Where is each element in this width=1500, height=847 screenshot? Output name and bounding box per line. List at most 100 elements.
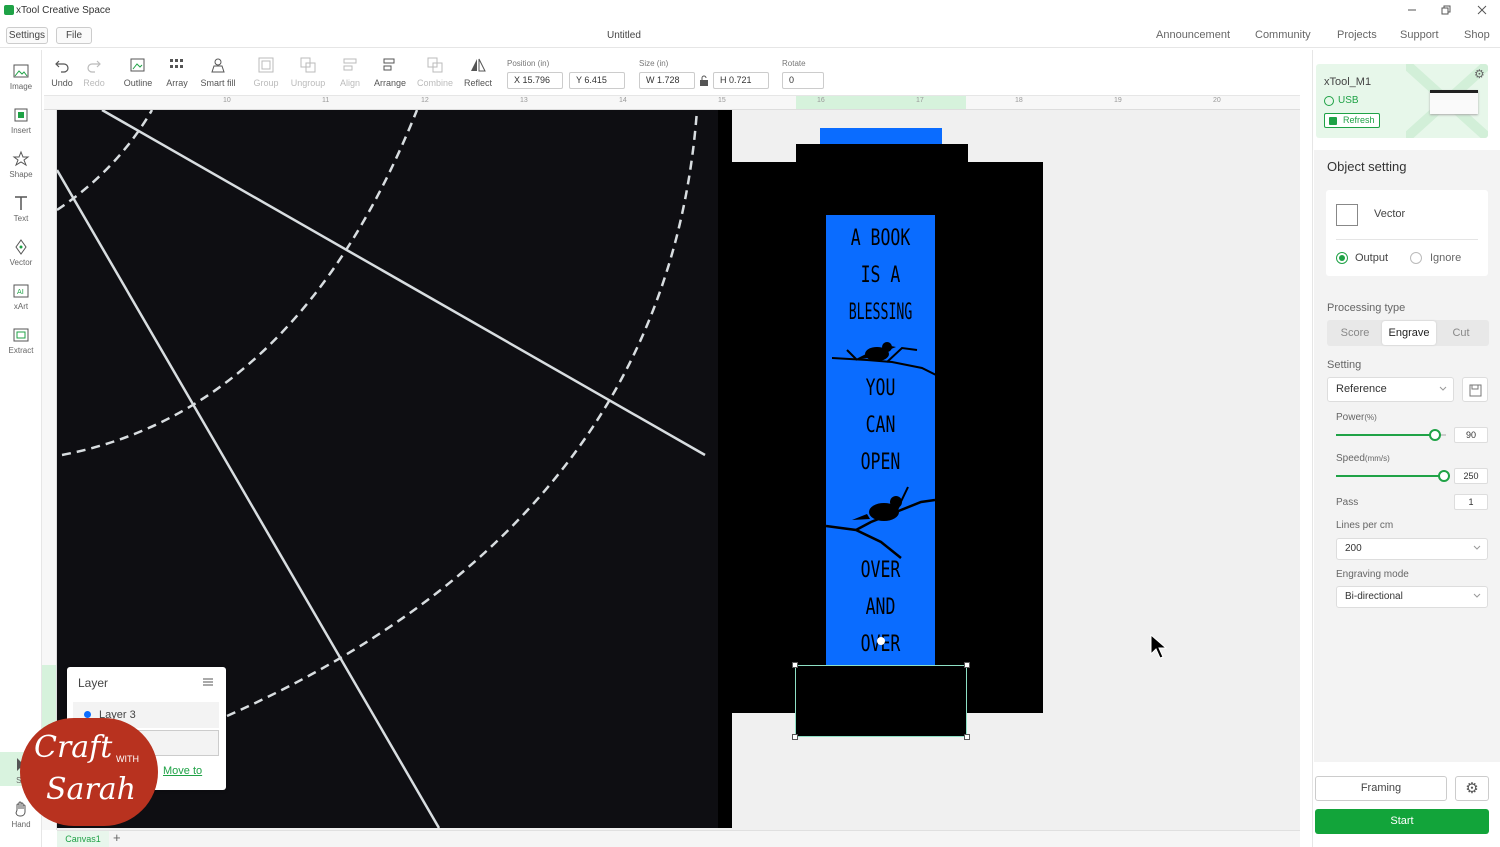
image-tool-label: Image — [9, 82, 33, 91]
add-canvas-icon[interactable]: + — [113, 830, 121, 845]
position-y-field[interactable]: Y 6.415 — [569, 72, 625, 89]
speed-slider[interactable] — [1336, 470, 1450, 482]
text-tool[interactable]: Text — [0, 194, 42, 223]
speed-value-field[interactable]: 250 — [1454, 468, 1488, 484]
rotate-field[interactable]: 0 — [782, 72, 824, 89]
align-label: Align — [339, 78, 360, 88]
refresh-button[interactable]: Refresh — [1324, 113, 1380, 128]
app-title: xTool Creative Space — [16, 5, 111, 16]
device-settings-gear-icon[interactable]: ⚙ — [1474, 67, 1485, 81]
restore-icon[interactable] — [1439, 3, 1453, 17]
smart-fill-button[interactable]: Smart fill — [196, 56, 240, 88]
craft-with-sarah-logo: Craft WITH Sarah — [20, 718, 158, 826]
output-radio[interactable] — [1336, 252, 1348, 264]
lines-per-cm-select[interactable]: 200 — [1336, 538, 1488, 560]
ruler-tick: 19 — [1114, 97, 1122, 104]
position-x-field[interactable]: X 15.796 — [507, 72, 563, 89]
setting-select[interactable]: Reference — [1327, 377, 1454, 402]
size-width-field[interactable]: W 1.728 — [639, 72, 695, 89]
save-setting-button[interactable] — [1462, 377, 1488, 402]
shape-tool[interactable]: Shape — [0, 150, 42, 179]
resize-handle-top-left[interactable] — [792, 662, 798, 668]
lines-per-cm-label: Lines per cm — [1336, 520, 1394, 531]
framing-button[interactable]: Framing — [1315, 776, 1447, 801]
ignore-label[interactable]: Ignore — [1430, 252, 1461, 264]
canvas-tab[interactable]: Canvas1 — [57, 831, 109, 847]
array-label: Array — [166, 78, 188, 88]
pass-value-field[interactable]: 1 — [1454, 494, 1488, 510]
device-connection: USB — [1338, 95, 1359, 106]
insert-tool[interactable]: Insert — [0, 106, 42, 135]
speed-unit: (mm/s) — [1364, 454, 1390, 463]
speed-slider-fill — [1336, 475, 1446, 477]
text-icon — [15, 196, 27, 210]
device-card: xTool_M1 USB Refresh ⚙ — [1316, 64, 1488, 138]
arrange-button[interactable]: Arrange — [368, 56, 412, 88]
logo-text-craft: Craft — [34, 730, 113, 765]
bookmark-line: IS A — [860, 263, 901, 288]
device-image — [1430, 90, 1478, 114]
resize-handle-bottom-left[interactable] — [792, 734, 798, 740]
file-menu-button[interactable]: File — [56, 27, 92, 44]
ruler-tick: 18 — [1015, 97, 1023, 104]
speed-slider-knob[interactable] — [1438, 470, 1450, 482]
engraving-mode-select[interactable]: Bi-directional — [1336, 586, 1488, 608]
canvas[interactable]: A BOOK IS A BLESSING YOU CAN OPEN OVER A… — [57, 110, 1300, 830]
processing-cut-tab[interactable]: Cut — [1434, 321, 1488, 345]
nav-projects[interactable]: Projects — [1337, 29, 1377, 41]
move-to-link[interactable]: Move to — [163, 765, 202, 777]
redo-button[interactable]: Redo — [72, 56, 116, 88]
app-logo-icon — [4, 5, 14, 15]
gear-icon: ⚙ — [1465, 780, 1479, 797]
vector-square-icon — [1336, 204, 1358, 226]
design-top-black[interactable] — [796, 144, 968, 164]
nav-announcement[interactable]: Announcement — [1156, 29, 1230, 41]
processing-type-label: Processing type — [1327, 302, 1406, 314]
size-height-field[interactable]: H 0.721 — [713, 72, 769, 89]
selected-rectangle[interactable] — [795, 665, 967, 737]
output-label[interactable]: Output — [1355, 252, 1388, 264]
processing-engrave-tab[interactable]: Engrave — [1382, 321, 1436, 345]
power-value-field[interactable]: 90 — [1454, 427, 1488, 443]
power-slider-knob[interactable] — [1429, 429, 1441, 441]
ungroup-button[interactable]: Ungroup — [286, 56, 330, 88]
power-label: Power(%) — [1336, 412, 1377, 423]
outline-button[interactable]: Outline — [116, 56, 160, 88]
nav-shop[interactable]: Shop — [1464, 29, 1490, 41]
reflect-icon — [471, 58, 486, 72]
layer-menu-icon[interactable] — [202, 675, 214, 687]
nav-community[interactable]: Community — [1255, 29, 1311, 41]
canvas-tab-bar: Canvas1 + — [57, 830, 1300, 847]
vector-tool[interactable]: Vector — [0, 238, 42, 267]
start-button[interactable]: Start — [1315, 809, 1489, 834]
lock-ratio-icon[interactable] — [699, 74, 709, 86]
close-icon[interactable] — [1475, 3, 1489, 17]
vector-tool-label: Vector — [9, 258, 33, 267]
combine-button[interactable]: Combine — [413, 56, 457, 88]
resize-handle-bottom-right[interactable] — [964, 734, 970, 740]
power-slider[interactable] — [1336, 429, 1446, 441]
rotate-handle[interactable] — [877, 637, 885, 645]
rotate-label: Rotate — [782, 59, 806, 68]
nav-support[interactable]: Support — [1400, 29, 1439, 41]
xart-tool[interactable]: AI xArt — [0, 282, 42, 311]
image-tool[interactable]: Image — [0, 62, 42, 91]
design-top-tab[interactable] — [820, 128, 942, 144]
ruler-tick: 20 — [1213, 97, 1221, 104]
array-button[interactable]: Array — [155, 56, 199, 88]
reflect-button[interactable]: Reflect — [456, 56, 500, 88]
bookmark-line: BLESSING — [848, 300, 913, 325]
array-icon — [170, 59, 183, 68]
chevron-down-icon — [1439, 386, 1447, 391]
processing-score-tab[interactable]: Score — [1328, 321, 1382, 345]
ignore-radio[interactable] — [1410, 252, 1422, 264]
minimize-icon[interactable] — [1405, 3, 1419, 17]
extract-tool[interactable]: Extract — [0, 326, 42, 355]
settings-menu-button[interactable]: Settings — [6, 27, 48, 44]
arrange-icon — [383, 58, 395, 71]
align-button[interactable]: Align — [328, 56, 372, 88]
resize-handle-top-right[interactable] — [964, 662, 970, 668]
left-toolbar: Image Insert Shape Text Vector AI xArt E… — [0, 50, 42, 847]
group-button[interactable]: Group — [244, 56, 288, 88]
framing-settings-button[interactable]: ⚙ — [1455, 776, 1489, 801]
